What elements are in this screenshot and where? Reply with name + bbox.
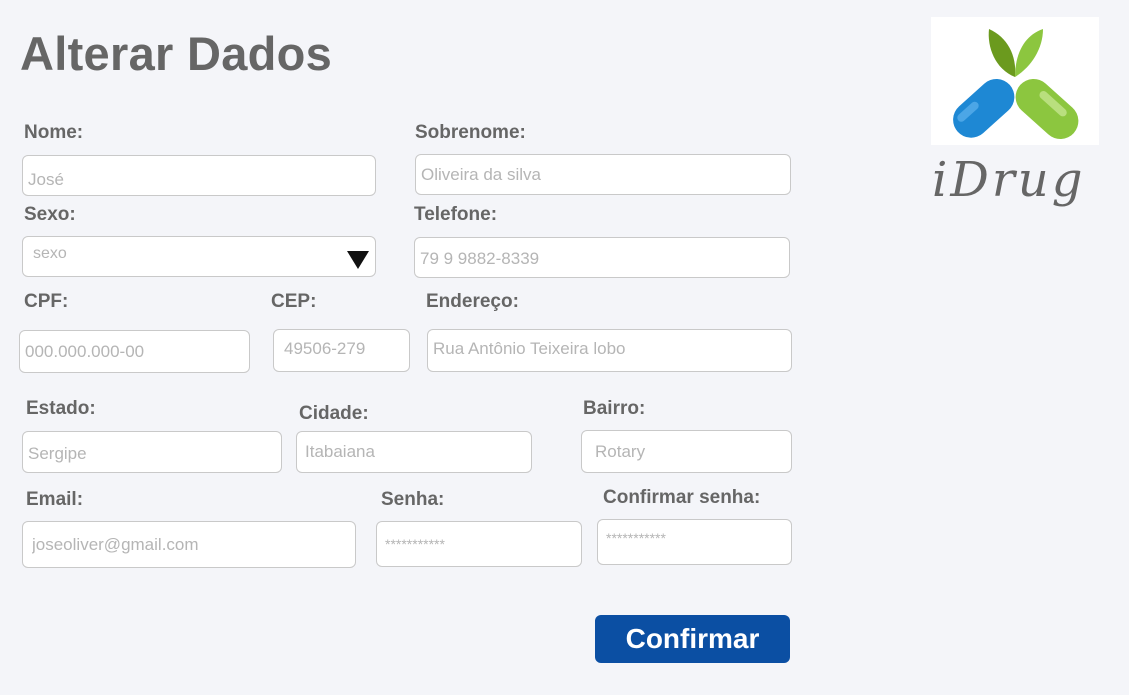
- pill-leaf-logo-icon: [953, 29, 1079, 140]
- logo: [931, 17, 1099, 145]
- cidade-label: Cidade:: [299, 403, 369, 424]
- endereco-label: Endereço:: [426, 291, 519, 312]
- email-input[interactable]: [22, 521, 356, 568]
- brand-name: iDrug: [932, 152, 1086, 208]
- estado-label: Estado:: [26, 398, 96, 419]
- sexo-select-value: sexo: [33, 245, 67, 262]
- sobrenome-input[interactable]: [415, 154, 791, 195]
- bairro-label: Bairro:: [583, 398, 646, 419]
- cidade-input[interactable]: [296, 431, 532, 473]
- email-label: Email:: [26, 489, 84, 510]
- senha-label: Senha:: [381, 489, 445, 510]
- estado-input[interactable]: [22, 431, 282, 473]
- nome-label: Nome:: [24, 122, 84, 143]
- nome-input[interactable]: [22, 155, 376, 196]
- confirm-button[interactable]: Confirmar: [595, 615, 790, 663]
- sexo-label: Sexo:: [24, 204, 76, 225]
- sexo-select[interactable]: sexo: [22, 236, 376, 277]
- endereco-input[interactable]: [427, 329, 792, 372]
- confirmar-senha-input[interactable]: [597, 519, 792, 565]
- cpf-input[interactable]: [19, 330, 250, 373]
- triangle-down-icon: [347, 251, 369, 269]
- sobrenome-label: Sobrenome:: [415, 122, 526, 143]
- bairro-input[interactable]: [581, 430, 792, 473]
- cpf-label: CPF:: [24, 291, 69, 312]
- page-title: Alterar Dados: [20, 27, 333, 80]
- confirmar-senha-label: Confirmar senha:: [603, 487, 761, 508]
- telefone-input[interactable]: [414, 237, 790, 278]
- cep-label: CEP:: [271, 291, 317, 312]
- telefone-label: Telefone:: [414, 204, 498, 225]
- senha-input[interactable]: [376, 521, 582, 567]
- cep-input[interactable]: [273, 329, 410, 372]
